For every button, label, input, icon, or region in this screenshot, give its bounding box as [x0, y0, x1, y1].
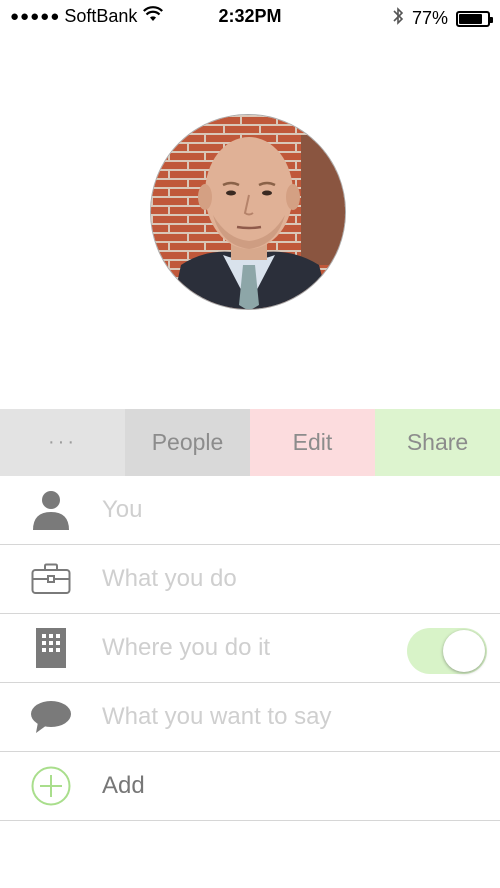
plus-circle-icon[interactable]	[0, 752, 102, 820]
job-field[interactable]: What you do	[102, 565, 237, 593]
tab-more[interactable]: ···	[0, 409, 125, 476]
building-icon	[0, 614, 102, 682]
status-right: 77%	[392, 6, 493, 31]
workplace-field[interactable]: Where you do it	[102, 634, 270, 662]
name-field[interactable]: You	[102, 496, 143, 524]
tab-edit[interactable]: Edit	[250, 409, 375, 476]
field-row-add[interactable]: Add	[0, 752, 500, 821]
person-icon	[0, 476, 102, 544]
toggle-knob	[443, 630, 485, 672]
battery-percent: 77%	[411, 8, 448, 28]
profile-fields: You What you do Where you do it What you…	[0, 476, 500, 821]
field-row-name[interactable]: You	[0, 476, 500, 545]
message-field[interactable]: What you want to say	[102, 703, 331, 731]
field-row-message[interactable]: What you want to say	[0, 683, 500, 752]
field-row-workplace[interactable]: Where you do it	[0, 614, 500, 683]
workplace-visibility-toggle[interactable]	[407, 628, 487, 674]
tab-share[interactable]: Share	[375, 409, 500, 476]
briefcase-icon	[0, 545, 102, 613]
speech-bubble-icon	[0, 683, 102, 751]
field-row-job[interactable]: What you do	[0, 545, 500, 614]
profile-avatar[interactable]	[150, 114, 346, 310]
battery-icon	[456, 10, 493, 27]
add-field-button[interactable]: Add	[102, 772, 145, 800]
action-tabs: ··· People Edit Share	[0, 409, 500, 476]
tab-people[interactable]: People	[125, 409, 250, 476]
battery-fill	[459, 13, 483, 24]
status-bar: ●●●●● SoftBank 2:32PM 77%	[0, 0, 500, 34]
bluetooth-icon	[392, 6, 404, 31]
